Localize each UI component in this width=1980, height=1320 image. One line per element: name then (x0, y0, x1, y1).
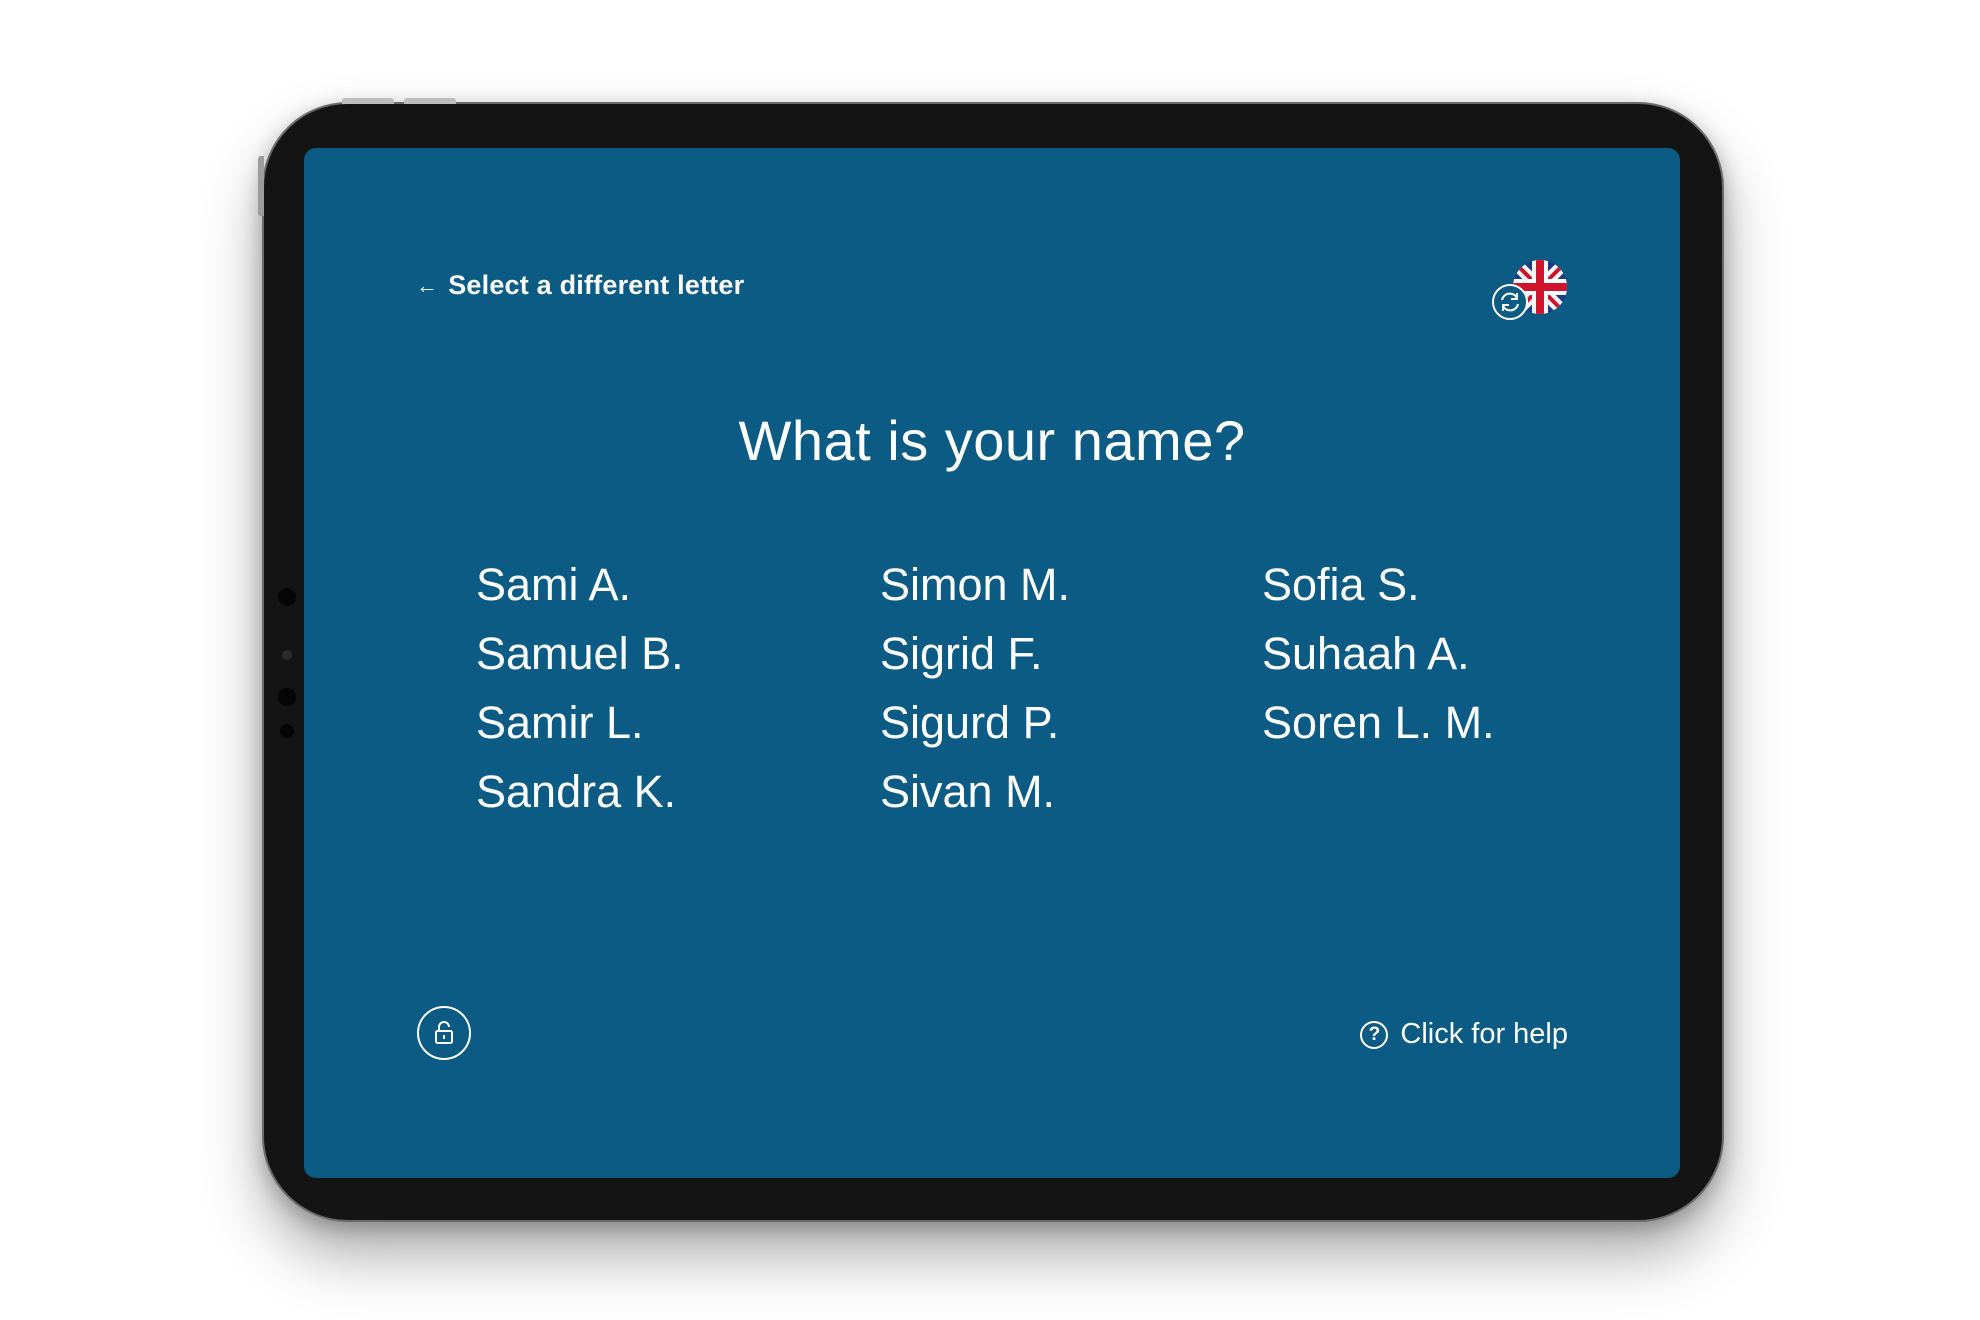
arrow-left-icon: ← (416, 272, 439, 298)
language-switch-button[interactable] (1490, 258, 1572, 322)
side-sensor (282, 650, 292, 660)
name-option[interactable]: Sigrid F. (880, 619, 1262, 688)
side-sensor (280, 724, 294, 738)
name-option[interactable]: Soren L. M. (1262, 688, 1576, 757)
side-sensor (278, 588, 296, 606)
refresh-icon (1492, 284, 1528, 320)
app-screen: ← Select a different letter What is your… (304, 148, 1680, 1178)
name-list: Sami A. Samuel B. Samir L. Sandra K. Sim… (476, 550, 1576, 826)
top-button (342, 98, 394, 104)
top-button (404, 98, 456, 104)
name-option[interactable]: Samir L. (476, 688, 880, 757)
help-button[interactable]: ? Click for help (1360, 1018, 1568, 1051)
help-label: Click for help (1400, 1018, 1568, 1050)
back-link-label: Select a different letter (448, 270, 745, 300)
name-option[interactable]: Samuel B. (476, 619, 880, 688)
side-button (258, 156, 264, 216)
select-different-letter-link[interactable]: ← Select a different letter (416, 270, 744, 301)
name-option[interactable]: Simon M. (880, 550, 1262, 619)
unlock-icon (435, 1021, 453, 1044)
page-title: What is your name? (738, 409, 1246, 472)
side-sensor (278, 688, 296, 706)
name-option[interactable]: Sami A. (476, 550, 880, 619)
name-option[interactable]: Suhaah A. (1262, 619, 1576, 688)
name-option[interactable]: Sivan M. (880, 757, 1262, 826)
question-circle-icon: ? (1360, 1020, 1389, 1049)
unlock-button[interactable] (417, 1006, 471, 1060)
name-option[interactable]: Sofia S. (1262, 550, 1576, 619)
tablet-device-frame: ← Select a different letter What is your… (258, 98, 1724, 1222)
name-option[interactable]: Sandra K. (476, 757, 880, 826)
name-list-empty-slot (1262, 757, 1576, 826)
name-option[interactable]: Sigurd P. (880, 688, 1262, 757)
